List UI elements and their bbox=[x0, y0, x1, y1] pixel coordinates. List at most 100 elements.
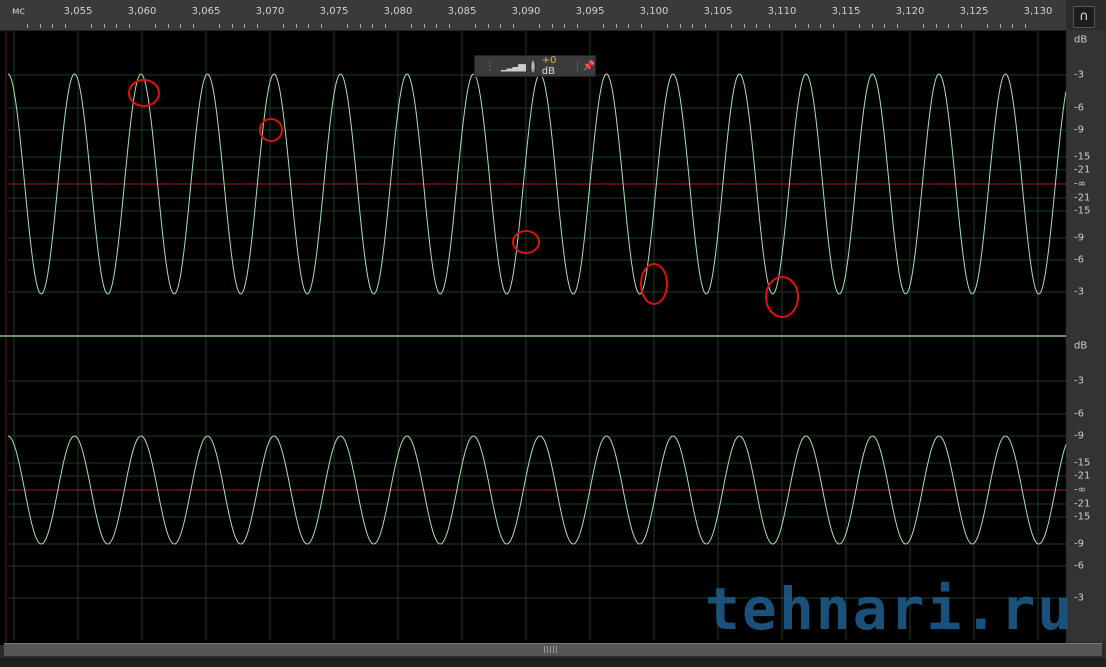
bottom-panel-edge bbox=[0, 658, 1106, 667]
ruler-minor-tick bbox=[410, 24, 412, 28]
ruler-minor-tick bbox=[756, 24, 758, 28]
db-label: -15 bbox=[1074, 205, 1091, 217]
ruler-minor-tick bbox=[961, 24, 963, 28]
ruler-minor-tick bbox=[295, 24, 297, 28]
db-label: -6 bbox=[1074, 408, 1084, 420]
ruler-tick-label: 3,100 bbox=[639, 6, 669, 17]
pin-icon[interactable]: 📌 bbox=[576, 60, 595, 72]
ruler-minor-tick bbox=[820, 24, 822, 28]
ruler-minor-tick bbox=[986, 24, 988, 28]
ruler-minor-tick bbox=[513, 24, 515, 28]
ruler-minor-tick bbox=[769, 24, 771, 28]
ruler-tick-label: 3,090 bbox=[511, 6, 541, 17]
ruler-minor-tick bbox=[794, 24, 796, 28]
ruler-minor-tick bbox=[103, 24, 105, 28]
ruler-minor-tick bbox=[948, 24, 950, 28]
watermark: tehnari.ru bbox=[705, 575, 1075, 643]
ruler-minor-tick bbox=[705, 24, 707, 28]
hud-volume-control[interactable]: ⋮ ▁▂▃▅ +0 dB 📌 bbox=[474, 55, 596, 77]
db-label: -15 bbox=[1074, 457, 1091, 469]
ruler-minor-tick bbox=[436, 24, 438, 28]
ruler-minor-tick bbox=[180, 24, 182, 28]
ruler-minor-tick bbox=[577, 24, 579, 28]
db-label: -∞ bbox=[1074, 178, 1086, 190]
level-meter-icon: ▁▂▃▅ bbox=[501, 60, 526, 72]
ruler-minor-tick bbox=[423, 24, 425, 28]
db-scale: dB -3 -6 -9 -15 -21 -∞ -21 -15 -9 -6 -3 dB -3 -6 -9 -15-… bbox=[1066, 30, 1106, 642]
ruler-minor-tick bbox=[1012, 24, 1014, 28]
ruler-tick-label: 3,080 bbox=[383, 6, 413, 17]
ruler-tick-label: 3,085 bbox=[447, 6, 477, 17]
ruler-minor-tick bbox=[487, 24, 489, 28]
ruler-tick-label: 3,115 bbox=[831, 6, 861, 17]
waveform-display[interactable] bbox=[0, 0, 1066, 645]
ruler-tick-label: 3,070 bbox=[255, 6, 285, 17]
ruler-minor-tick bbox=[922, 24, 924, 28]
ruler-minor-tick bbox=[871, 24, 873, 28]
db-label: -21 bbox=[1074, 498, 1091, 510]
ruler-minor-tick bbox=[679, 24, 681, 28]
ruler-minor-tick bbox=[807, 24, 809, 28]
grip-icon[interactable]: ⋮ bbox=[485, 61, 495, 72]
ruler-minor-tick bbox=[257, 24, 259, 28]
db-label: -3 bbox=[1074, 69, 1084, 81]
magnet-icon[interactable]: ∩ bbox=[1073, 6, 1095, 28]
ruler-minor-tick bbox=[218, 24, 220, 28]
ruler-minor-tick bbox=[282, 24, 284, 28]
ruler-minor-tick bbox=[346, 24, 348, 28]
ruler-minor-tick bbox=[52, 24, 54, 28]
db-label: -9 bbox=[1074, 232, 1084, 244]
ruler-minor-tick bbox=[65, 24, 67, 28]
ruler-minor-tick bbox=[666, 24, 668, 28]
ruler-minor-tick bbox=[833, 24, 835, 28]
db-label: -15 bbox=[1074, 151, 1091, 163]
ruler-minor-tick bbox=[26, 24, 28, 28]
ruler-minor-tick bbox=[154, 24, 156, 28]
volume-knob-icon[interactable] bbox=[529, 58, 536, 74]
ruler-minor-tick bbox=[538, 24, 540, 28]
ruler-minor-tick bbox=[564, 24, 566, 28]
ruler-minor-tick bbox=[39, 24, 41, 28]
ruler-minor-tick bbox=[641, 24, 643, 28]
horizontal-scrollbar[interactable] bbox=[4, 643, 1102, 656]
db-label: -3 bbox=[1074, 592, 1084, 604]
ruler-minor-tick bbox=[615, 24, 617, 28]
ruler-minor-tick bbox=[743, 24, 745, 28]
ruler-minor-tick bbox=[372, 24, 374, 28]
db-label: -6 bbox=[1074, 254, 1084, 266]
ruler-minor-tick bbox=[385, 24, 387, 28]
ruler-minor-tick bbox=[308, 24, 310, 28]
waveform-background bbox=[0, 30, 1066, 645]
ruler-tick-label: 3,130 bbox=[1023, 6, 1053, 17]
scrollbar-grip[interactable] bbox=[544, 646, 558, 653]
ruler-minor-tick bbox=[858, 24, 860, 28]
ruler-minor-tick bbox=[193, 24, 195, 28]
ruler-minor-tick bbox=[116, 24, 118, 28]
ruler-tick-label: 3,065 bbox=[191, 6, 221, 17]
ruler-tick-label: 3,105 bbox=[703, 6, 733, 17]
gain-value[interactable]: +0 bbox=[542, 55, 557, 66]
ruler-minor-tick bbox=[884, 24, 886, 28]
ruler-minor-tick bbox=[167, 24, 169, 28]
ruler-tick-label: 3,060 bbox=[127, 6, 157, 17]
db-label: -9 bbox=[1074, 124, 1084, 136]
gain-unit: dB bbox=[541, 66, 556, 77]
ruler-minor-tick bbox=[449, 24, 451, 28]
db-label: dB bbox=[1074, 34, 1088, 46]
db-label: -9 bbox=[1074, 430, 1084, 442]
db-label: -9 bbox=[1074, 538, 1084, 550]
ruler-minor-tick bbox=[1025, 24, 1027, 28]
ruler-minor-tick bbox=[999, 24, 1001, 28]
ruler-minor-tick bbox=[231, 24, 233, 28]
ruler-tick-label: 3,110 bbox=[767, 6, 797, 17]
db-label: -3 bbox=[1074, 375, 1084, 387]
ruler-minor-tick bbox=[90, 24, 92, 28]
db-label: -6 bbox=[1074, 560, 1084, 572]
ruler-minor-tick bbox=[551, 24, 553, 28]
db-label: -21 bbox=[1074, 164, 1091, 176]
ruler-minor-tick bbox=[730, 24, 732, 28]
ruler-tick-label: 3,125 bbox=[959, 6, 989, 17]
ruler-minor-tick bbox=[359, 24, 361, 28]
time-ruler[interactable]: мс 3,055 3,060 3,065 3,070 3,075 3,080 3,085 3,… bbox=[0, 0, 1066, 31]
ruler-minor-tick bbox=[935, 24, 937, 28]
